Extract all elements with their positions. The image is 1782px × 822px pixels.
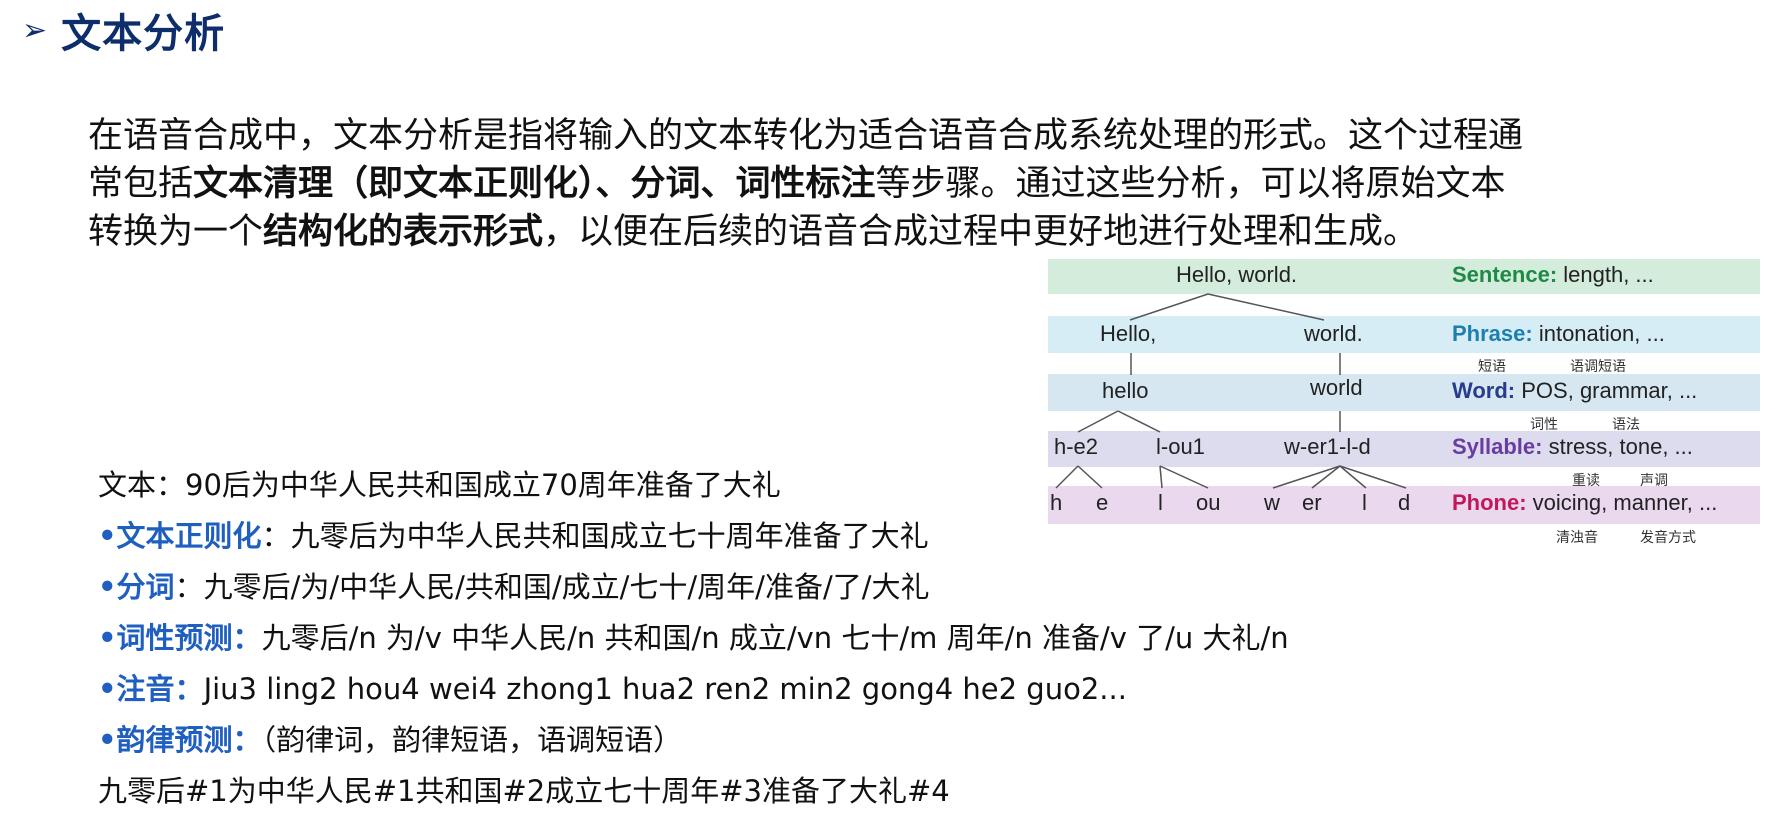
word-note-a: 词性 bbox=[1530, 417, 1558, 433]
intro-emphasis: 文本清理（即文本正则化）、分词、词性标注 bbox=[193, 164, 876, 204]
phone-note-b: 发音方式 bbox=[1640, 530, 1696, 546]
syllable-property: Syllable: stress, tone, ... bbox=[1452, 434, 1693, 460]
phonetic-value: Jiu3 ling2 hou4 wei4 zhong1 hua2 ren2 mi… bbox=[203, 672, 1127, 706]
phrase-note-b: 语调短语 bbox=[1570, 359, 1626, 375]
intro-text: ，以便在后续的语音合成过程中更好地进行处理和生成。 bbox=[543, 212, 1419, 252]
phone-key: Phone: bbox=[1452, 490, 1527, 515]
intro-text: 转换为一个 bbox=[88, 212, 264, 252]
phrase-node-right: world. bbox=[1304, 321, 1363, 346]
syllable-node-2: l-ou1 bbox=[1156, 434, 1205, 459]
page-title: 文本分析 bbox=[61, 11, 226, 57]
syllable-value: stress, tone, ... bbox=[1542, 434, 1693, 459]
bullet-icon: • bbox=[98, 519, 117, 553]
phone-node: ou bbox=[1196, 490, 1221, 515]
prosody-label: 韵律预测： bbox=[116, 723, 262, 757]
bullet-icon: • bbox=[98, 570, 117, 604]
bullet-icon: • bbox=[98, 672, 117, 706]
intro-emphasis: 结构化的表示形式 bbox=[263, 212, 544, 252]
page-header: ➢ 文本分析 bbox=[22, 2, 225, 58]
intro-paragraph: 在语音合成中，文本分析是指将输入的文本转化为适合语音合成系统处理的形式。这个过程… bbox=[88, 112, 1558, 256]
syllable-node-3: w-er1-l-d bbox=[1284, 434, 1371, 459]
sentence-value: length, ... bbox=[1557, 262, 1654, 287]
pos-value: 九零后/n 为/v 中华人民/n 共和国/n 成立/vn 七十/m 周年/n 准… bbox=[261, 621, 1289, 655]
prosody-item: •韵律预测：（韵律词，韵律短语，语调短语） bbox=[98, 715, 1458, 766]
phrase-property: Phrase: intonation, ... bbox=[1452, 321, 1665, 347]
phone-node: w bbox=[1264, 490, 1280, 515]
phone-node: d bbox=[1398, 490, 1411, 515]
phrase-note-a: 短语 bbox=[1478, 359, 1506, 375]
intro-line-2: 常包括文本清理（即文本正则化）、分词、词性标注等步骤。通过这些分析，可以将原始文… bbox=[88, 160, 1558, 208]
phonetic-label: 注音： bbox=[116, 672, 204, 706]
sentence-property: Sentence: length, ... bbox=[1452, 262, 1654, 288]
segmentation-item: •分词：九零后/为/中华人民/共和国/成立/七十/周年/准备/了/大礼 bbox=[98, 562, 1458, 613]
phone-property: Phone: voicing, manner, ... bbox=[1452, 490, 1717, 516]
phone-node: l bbox=[1158, 490, 1163, 515]
phone-note-a: 清浊音 bbox=[1556, 530, 1598, 546]
segmentation-label: 分词 bbox=[116, 570, 175, 604]
prosody-output-line: 九零后#1为中华人民#1共和国#2成立七十周年#3准备了大礼#4 bbox=[98, 774, 950, 808]
sentence-node: Hello, world. bbox=[1176, 262, 1298, 287]
arrow-bullet-icon: ➢ bbox=[22, 12, 48, 48]
phrase-node-left: Hello, bbox=[1100, 321, 1157, 346]
phone-value: voicing, manner, ... bbox=[1526, 490, 1718, 515]
phone-node: h bbox=[1050, 490, 1063, 515]
normalization-value: ：九零后为中华人民共和国成立七十周年准备了大礼 bbox=[261, 519, 929, 553]
normalization-label: 文本正则化 bbox=[116, 519, 262, 553]
segmentation-value: ：九零后/为/中华人民/共和国/成立/七十/周年/准备/了/大礼 bbox=[174, 570, 930, 604]
word-node-left: hello bbox=[1102, 378, 1149, 403]
word-key: Word: bbox=[1452, 378, 1516, 403]
intro-text: 等步骤。通过这些分析，可以将原始文本 bbox=[875, 164, 1506, 204]
phrase-value: intonation, ... bbox=[1532, 321, 1665, 346]
pos-label: 词性预测： bbox=[116, 621, 262, 655]
phone-node: er bbox=[1302, 490, 1322, 515]
phrase-key: Phrase: bbox=[1452, 321, 1533, 346]
syllable-note-b: 声调 bbox=[1640, 473, 1668, 489]
sentence-key: Sentence: bbox=[1452, 262, 1558, 287]
word-node-right: world bbox=[1310, 375, 1363, 400]
word-note-b: 语法 bbox=[1612, 417, 1640, 433]
word-value: POS, grammar, ... bbox=[1515, 378, 1698, 403]
linguistic-hierarchy-diagram: Hello, world. Sentence: length, ... Hell… bbox=[1048, 256, 1760, 546]
prosody-value: （韵律词，韵律短语，语调短语） bbox=[261, 723, 683, 757]
phone-node: l bbox=[1362, 490, 1367, 515]
syllable-note-a: 重读 bbox=[1572, 473, 1600, 489]
phonetic-item: •注音：Jiu3 ling2 hou4 wei4 zhong1 hua2 ren… bbox=[98, 664, 1458, 715]
phone-node: e bbox=[1096, 490, 1109, 515]
pos-item: •词性预测：九零后/n 为/v 中华人民/n 共和国/n 成立/vn 七十/m … bbox=[98, 613, 1458, 664]
word-property: Word: POS, grammar, ... bbox=[1452, 378, 1697, 404]
intro-line-1: 在语音合成中，文本分析是指将输入的文本转化为适合语音合成系统处理的形式。这个过程… bbox=[88, 112, 1558, 160]
intro-text: 常包括 bbox=[88, 164, 194, 204]
bullet-icon: • bbox=[98, 621, 117, 655]
intro-text: 在语音合成中，文本分析是指将输入的文本转化为适合语音合成系统处理的形式。这个过程… bbox=[88, 116, 1524, 156]
intro-line-3: 转换为一个结构化的表示形式，以便在后续的语音合成过程中更好地进行处理和生成。 bbox=[88, 208, 1558, 256]
syllable-key: Syllable: bbox=[1452, 434, 1543, 459]
bullet-icon: • bbox=[98, 723, 117, 757]
syllable-node-1: h-e2 bbox=[1054, 434, 1099, 459]
